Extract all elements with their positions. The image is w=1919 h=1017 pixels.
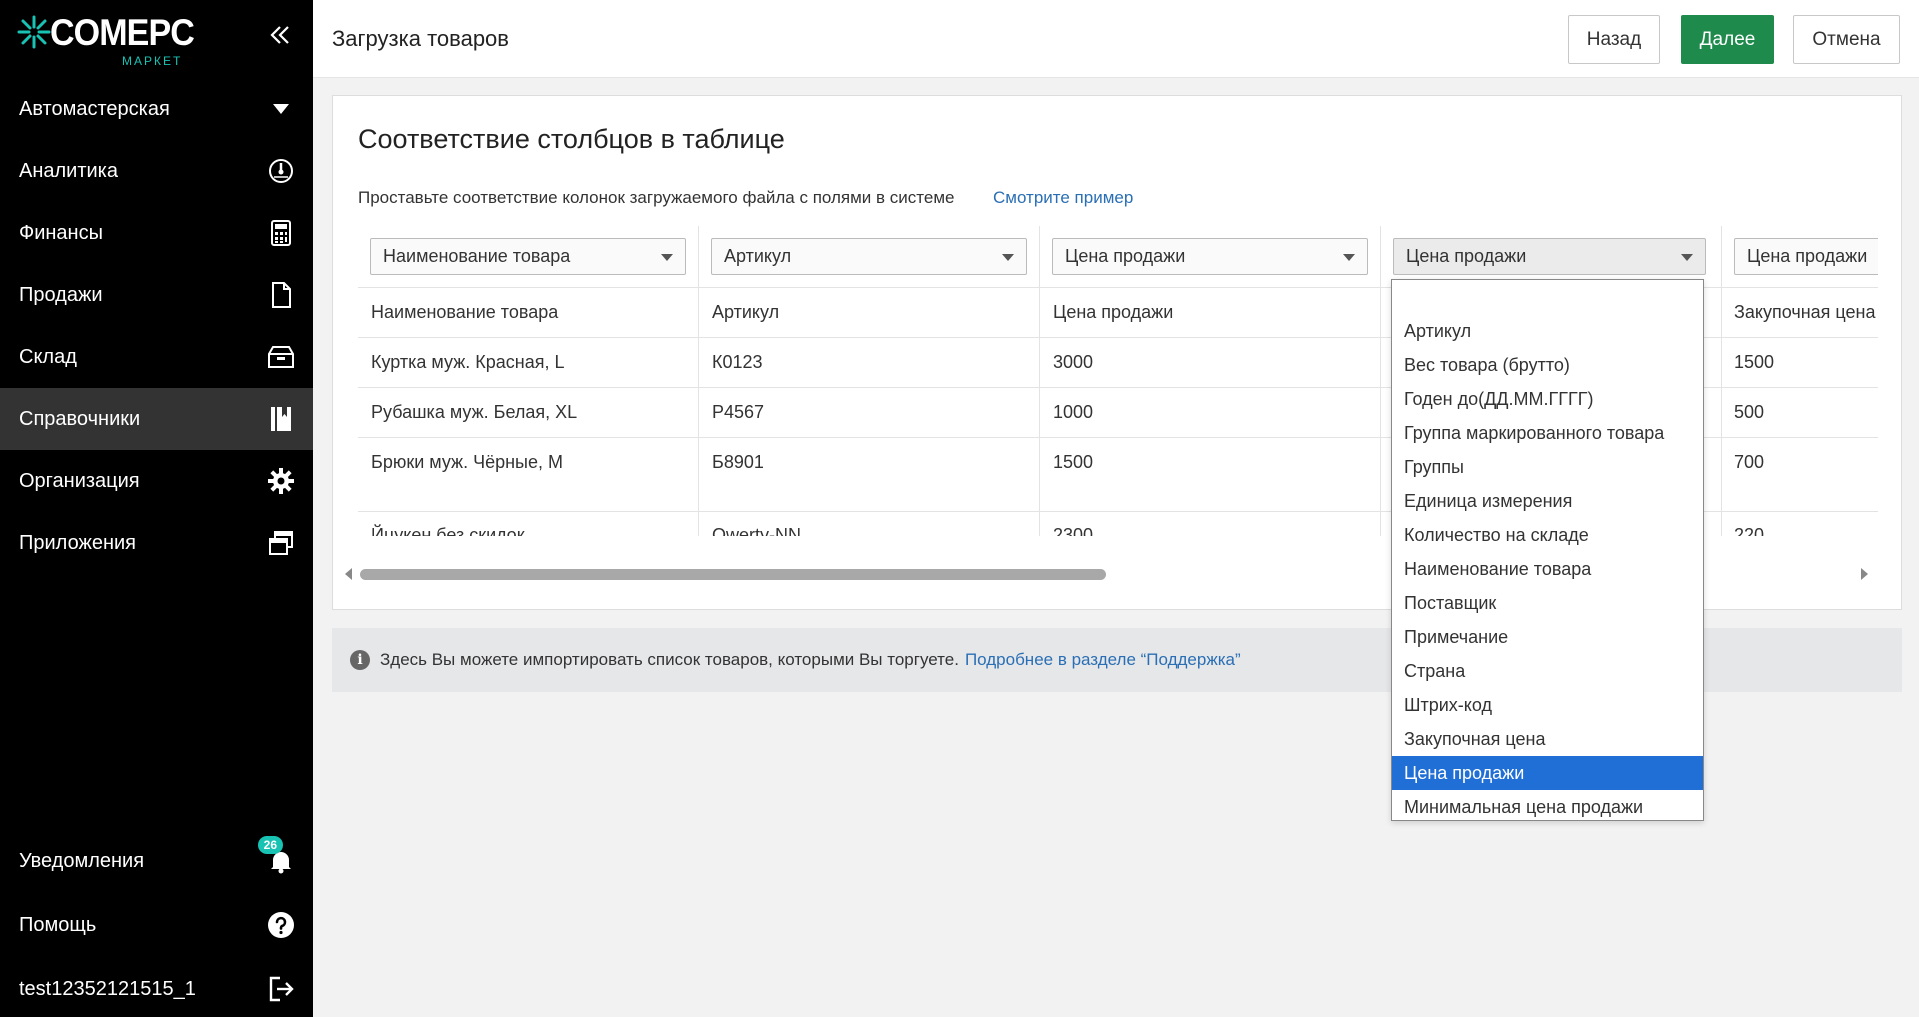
dropdown-option[interactable]: Артикул xyxy=(1392,314,1703,348)
column-select[interactable]: Цена продажи xyxy=(1734,238,1878,275)
column-options-dropdown: Артикул Вес товара (брутто) Годен до(ДД.… xyxy=(1391,279,1704,821)
cancel-button[interactable]: Отмена xyxy=(1793,15,1900,64)
sidebar-item-references[interactable]: Справочники xyxy=(0,388,313,450)
sidebar-item-help[interactable]: Помощь xyxy=(0,894,313,956)
column-select-open[interactable]: Цена продажи xyxy=(1393,238,1706,275)
sidebar-item-warehouse[interactable]: Склад xyxy=(0,326,313,388)
table-cell: 1500 xyxy=(1734,352,1775,372)
table-cell: Брюки муж. Чёрные, M xyxy=(371,452,563,472)
column-select[interactable]: Артикул xyxy=(711,238,1027,275)
table-column: Артикул Артикул К0123 Р4567 Б8901 Qwerty… xyxy=(699,226,1040,536)
brand-logo[interactable]: COMEPC МАРКЕТ xyxy=(16,12,216,68)
dropdown-option[interactable]: Закупочная цена xyxy=(1392,722,1703,756)
sidebar: COMEPC МАРКЕТ Автомастерская Аналитика Ф… xyxy=(0,0,313,1017)
horizontal-scrollbar-thumb[interactable] xyxy=(360,569,1106,580)
sidebar-item-sales[interactable]: Продажи xyxy=(0,264,313,326)
table-column: Наименование товара Наименование товара … xyxy=(358,226,699,536)
dropdown-option[interactable]: Поставщик xyxy=(1392,586,1703,620)
table-cell: 3000 xyxy=(1053,352,1094,372)
select-value: Наименование товара xyxy=(383,246,571,266)
column-select[interactable]: Наименование товара xyxy=(370,238,686,275)
card-title: Соответствие столбцов в таблице xyxy=(358,124,785,154)
next-button[interactable]: Далее xyxy=(1681,15,1774,64)
dropdown-option[interactable]: Вес товара (брутто) xyxy=(1392,348,1703,382)
table-cell: 220 xyxy=(1734,525,1765,536)
collapse-sidebar-icon[interactable] xyxy=(267,22,293,48)
dropdown-option[interactable]: Количество на складе xyxy=(1392,518,1703,552)
brand-name: COMEPC xyxy=(50,12,195,53)
dropdown-arrow-icon xyxy=(1681,254,1693,261)
logo-star-icon xyxy=(17,15,51,49)
dropdown-arrow-icon xyxy=(1002,254,1014,261)
table-cell: Куртка муж. Красная, L xyxy=(371,352,565,372)
table-cell: 700 xyxy=(1734,452,1765,472)
scroll-left-arrow[interactable] xyxy=(345,568,352,580)
brand-sub: МАРКЕТ xyxy=(122,54,183,68)
table-cell: Артикул xyxy=(712,302,780,322)
table-cell: Рубашка муж. Белая, XL xyxy=(371,402,578,422)
dropdown-option[interactable]: Группа маркированного товара xyxy=(1392,416,1703,450)
notifications-badge: 26 xyxy=(257,836,283,854)
table-column: Цена продажи Цена продажи 3000 1000 1500… xyxy=(1040,226,1381,536)
page-title: Загрузка товаров xyxy=(332,26,509,51)
support-link[interactable]: Подробнее в разделе “Поддержка” xyxy=(965,650,1241,670)
table-cell: 1000 xyxy=(1053,402,1094,422)
scroll-right-arrow[interactable] xyxy=(1861,568,1868,580)
gear-icon xyxy=(267,467,295,495)
select-value: Цена продажи xyxy=(1747,246,1868,266)
info-icon: i xyxy=(350,650,370,670)
dropdown-option[interactable]: Группы xyxy=(1392,450,1703,484)
org-selector[interactable]: Автомастерская xyxy=(0,78,313,140)
select-value: Цена продажи xyxy=(1406,246,1527,266)
select-value: Артикул xyxy=(724,246,792,266)
table-cell: Цена продажи xyxy=(1053,302,1174,322)
table-column: Цена продажи Закупочная цена 1500 500 70… xyxy=(1722,226,1878,536)
dropdown-option-selected[interactable]: Цена продажи xyxy=(1392,756,1703,790)
table-cell: 500 xyxy=(1734,402,1765,422)
table-cell: Р4567 xyxy=(712,402,765,422)
table-cell: Qwerty-NN xyxy=(712,525,801,536)
sidebar-item-user[interactable]: test12352121515_1 xyxy=(0,958,313,1017)
document-icon xyxy=(267,281,295,309)
dropdown-option[interactable] xyxy=(1392,280,1703,314)
dropdown-option[interactable]: Наименование товара xyxy=(1392,552,1703,586)
logout-icon[interactable] xyxy=(267,975,295,1003)
box-icon xyxy=(267,343,295,371)
calculator-icon xyxy=(267,219,295,247)
example-link[interactable]: Смотрите пример xyxy=(993,188,1133,208)
sidebar-item-organization[interactable]: Организация xyxy=(0,450,313,512)
dropdown-option[interactable]: Страна xyxy=(1392,654,1703,688)
dropdown-arrow-icon xyxy=(1343,254,1355,261)
back-button[interactable]: Назад xyxy=(1568,15,1660,64)
card-description: Проставьте соответствие колонок загружае… xyxy=(358,188,955,207)
windows-icon xyxy=(267,529,295,557)
info-text: Здесь Вы можете импортировать список тов… xyxy=(380,650,959,669)
table-cell: К0123 xyxy=(712,352,763,372)
select-value: Цена продажи xyxy=(1065,246,1186,266)
dropdown-option[interactable]: Минимальная цена продажи xyxy=(1392,790,1703,824)
dropdown-arrow-icon xyxy=(661,254,673,261)
column-select[interactable]: Цена продажи xyxy=(1052,238,1368,275)
caret-down-icon xyxy=(267,95,295,123)
dropdown-option[interactable]: Примечание xyxy=(1392,620,1703,654)
dropdown-option[interactable]: Штрих-код xyxy=(1392,688,1703,722)
sidebar-item-apps[interactable]: Приложения xyxy=(0,512,313,574)
table-cell: Б8901 xyxy=(712,452,764,472)
table-cell: Закупочная цена xyxy=(1734,302,1876,322)
table-cell: Йцукен без скидок xyxy=(371,525,525,536)
table-cell: 1500 xyxy=(1053,452,1094,472)
sidebar-item-finance[interactable]: Финансы xyxy=(0,202,313,264)
gauge-icon xyxy=(267,157,295,185)
sidebar-item-analytics[interactable]: Аналитика xyxy=(0,140,313,202)
table-cell: Наименование товара xyxy=(371,302,559,322)
dropdown-option[interactable]: Единица измерения xyxy=(1392,484,1703,518)
dropdown-option[interactable]: Годен до(ДД.ММ.ГГГГ) xyxy=(1392,382,1703,416)
sidebar-item-notifications[interactable]: Уведомления 26 xyxy=(0,830,313,892)
top-bar: Загрузка товаров Назад Далее Отмена xyxy=(313,0,1919,78)
table-cell: 2300 xyxy=(1053,525,1094,536)
book-icon xyxy=(267,405,295,433)
help-icon xyxy=(267,911,295,939)
